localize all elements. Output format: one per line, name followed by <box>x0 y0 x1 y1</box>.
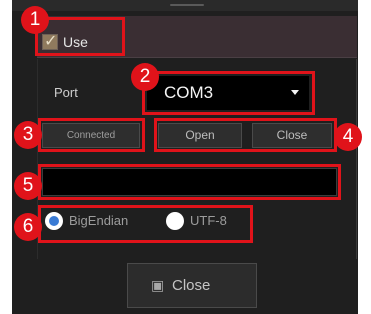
callout-badge-1: 1 <box>21 6 49 34</box>
top-bar <box>12 0 358 11</box>
callout-box-2 <box>142 71 315 115</box>
callout-badge-5: 5 <box>14 172 42 200</box>
port-label: Port <box>54 85 78 100</box>
callout-badge-4: 4 <box>334 123 362 151</box>
callout-box-4 <box>154 118 337 152</box>
callout-badge-2: 2 <box>131 63 159 91</box>
close-dialog-button[interactable]: ▣ Close <box>127 263 257 308</box>
callout-badge-3: 3 <box>14 121 42 149</box>
drag-grip[interactable] <box>170 4 204 6</box>
callout-box-5 <box>38 164 341 200</box>
close-dialog-label: Close <box>172 277 211 294</box>
callout-box-3 <box>38 118 145 152</box>
callout-badge-6: 6 <box>14 213 42 241</box>
close-window-icon: ▣ <box>151 277 165 293</box>
callout-box-6 <box>38 205 253 243</box>
